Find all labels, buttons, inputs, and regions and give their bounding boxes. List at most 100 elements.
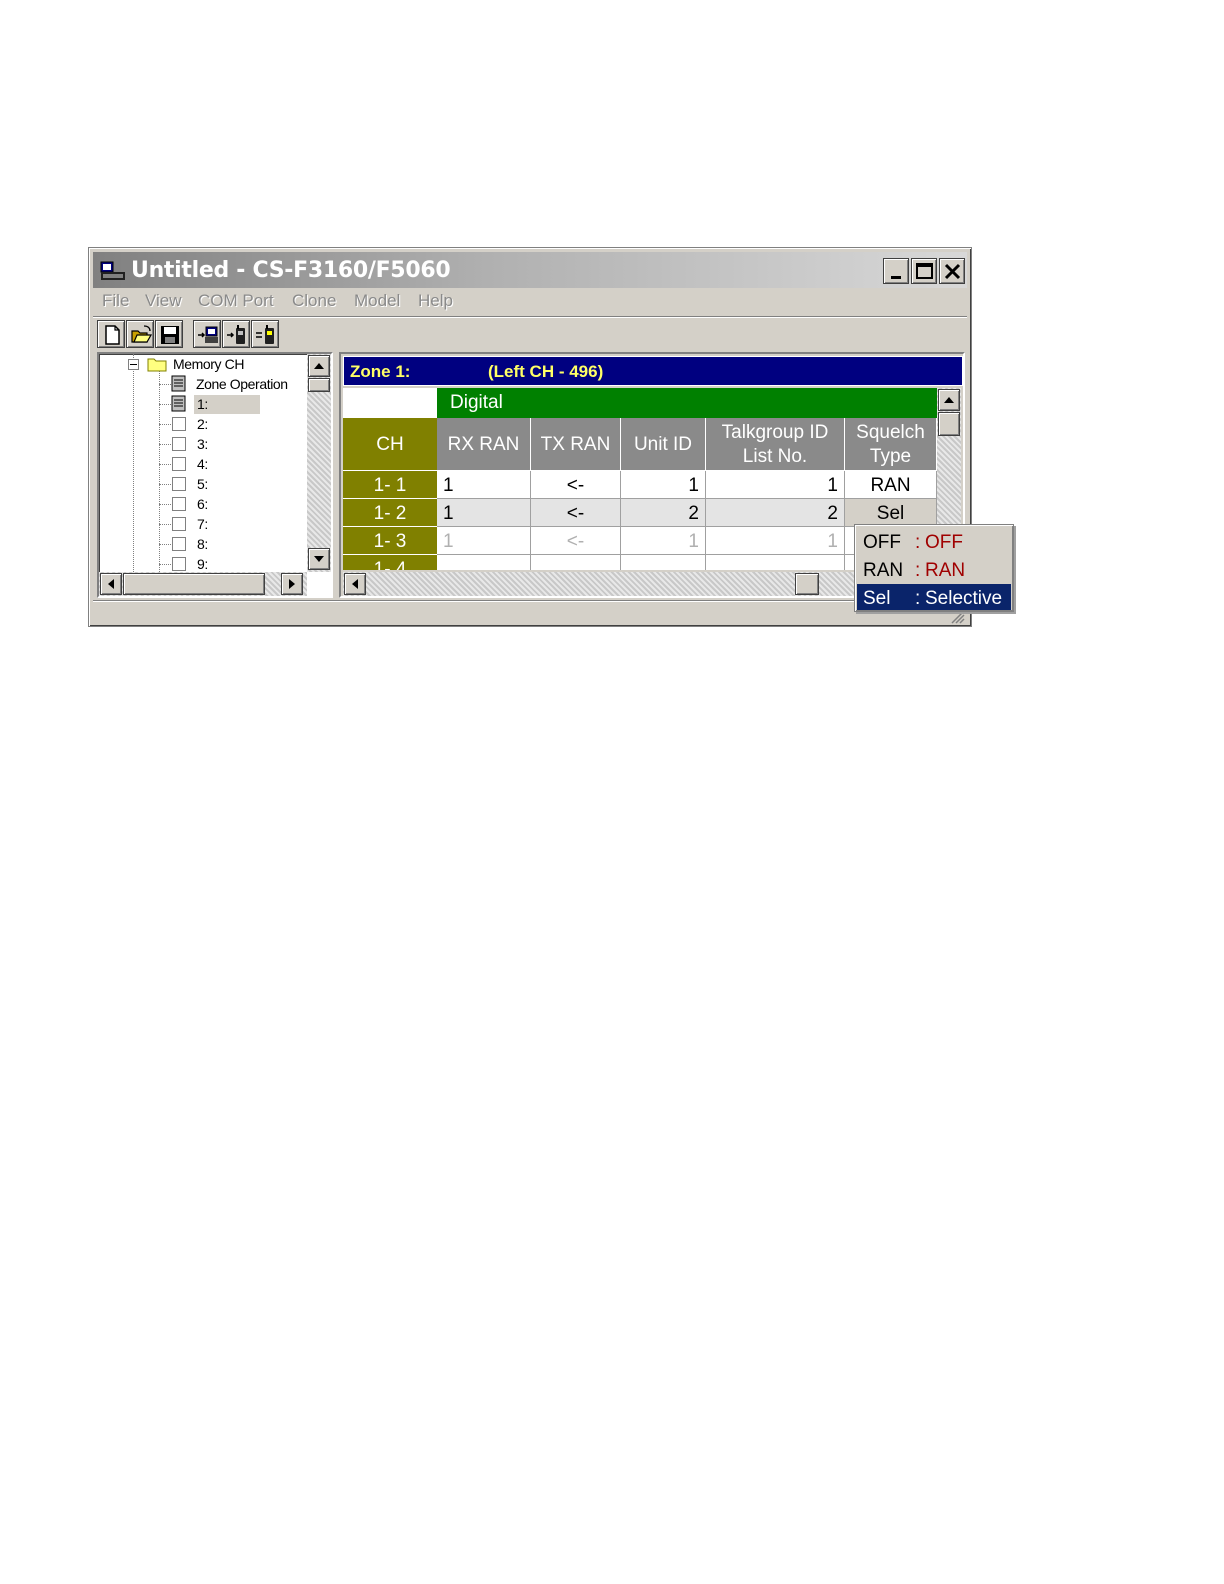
read-from-radio-button[interactable]	[193, 320, 221, 348]
rx-ran-cell[interactable]	[437, 555, 531, 570]
tree-branch	[159, 484, 171, 485]
tree-scroll-right-button[interactable]	[281, 573, 303, 595]
clone-radio-button[interactable]	[251, 320, 279, 348]
save-file-button[interactable]	[155, 320, 183, 348]
title-bar[interactable]: Untitled - CS-F3160/F5060	[93, 252, 967, 288]
menu-model[interactable]: Model	[354, 291, 400, 311]
toolbar	[93, 320, 967, 350]
minimize-button[interactable]	[883, 258, 909, 284]
tree-item-zone-operation[interactable]: Zone Operation	[196, 376, 288, 392]
write-to-radio-button[interactable]	[222, 320, 250, 348]
dropdown-option-selective[interactable]: Sel : Selective	[857, 584, 1011, 610]
rx-ran-cell[interactable]: 1	[437, 471, 531, 499]
tree-scroll-left-button[interactable]	[100, 573, 122, 595]
unit-id-cell[interactable]: 2	[621, 499, 706, 527]
new-file-button[interactable]	[97, 320, 125, 348]
dropdown-option-off[interactable]: OFF : OFF	[857, 528, 1011, 554]
unit-id-cell[interactable]: 1	[621, 471, 706, 499]
tree-scroll-down-button[interactable]	[308, 548, 330, 570]
tree-branch	[159, 504, 171, 505]
row-ch-label[interactable]: 1- 4	[343, 555, 437, 570]
tree-item-ch-3[interactable]: 3:	[197, 436, 208, 452]
write-to-radio-icon	[227, 325, 245, 344]
tx-ran-cell[interactable]: <-	[531, 527, 621, 555]
empty-page-icon	[172, 497, 186, 511]
tree-item-ch-8[interactable]: 8:	[197, 536, 208, 552]
talkgroup-cell[interactable]: 1	[706, 471, 845, 499]
tree-hscroll-thumb[interactable]	[123, 573, 265, 595]
tx-ran-cell[interactable]	[531, 555, 621, 570]
rx-ran-column-header[interactable]: RX RAN	[437, 418, 531, 471]
grid-horizontal-scrollbar[interactable]	[343, 572, 939, 596]
tree-item-ch-1[interactable]: 1:	[197, 396, 208, 412]
maximize-button[interactable]	[911, 258, 937, 284]
tree-branch	[159, 384, 171, 385]
tree-scroll-thumb[interactable]	[308, 378, 330, 392]
tx-ran-column-header[interactable]: TX RAN	[531, 418, 621, 471]
channel-tree[interactable]: Memory CH Zone Operation 1: 2: 3: 4: 5: …	[97, 352, 333, 598]
tree-item-ch-9[interactable]: 9:	[197, 556, 208, 572]
talkgroup-header-line1: Talkgroup ID	[721, 422, 829, 443]
grid-scroll-up-button[interactable]	[938, 389, 960, 411]
menu-com-port[interactable]: COM Port	[198, 291, 274, 311]
tree-branch	[159, 544, 171, 545]
zone-header: Zone 1: (Left CH - 496)	[343, 356, 963, 386]
tree-branch	[159, 424, 171, 425]
dropdown-option-ran[interactable]: RAN : RAN	[857, 556, 1011, 582]
squelch-type-column-header[interactable]: Squelch Type	[845, 418, 937, 471]
unit-id-cell[interactable]	[621, 555, 706, 570]
tree-branch	[159, 524, 171, 525]
tx-ran-cell[interactable]: <-	[531, 471, 621, 499]
option-separator: :	[915, 532, 921, 553]
unit-id-column-header[interactable]: Unit ID	[621, 418, 706, 471]
tree-item-ch-2[interactable]: 2:	[197, 416, 208, 432]
grid-hscroll-track[interactable]	[343, 572, 939, 596]
grid-hscroll-thumb[interactable]	[795, 573, 819, 595]
empty-page-icon	[172, 457, 186, 471]
squelch-type-cell-active[interactable]: Sel	[845, 499, 937, 527]
tree-item-ch-6[interactable]: 6:	[197, 496, 208, 512]
tree-scroll-up-button[interactable]	[308, 355, 330, 377]
talkgroup-column-header[interactable]: Talkgroup ID List No.	[706, 418, 845, 471]
talkgroup-cell[interactable]	[706, 555, 845, 570]
tree-branch	[159, 404, 171, 405]
grid-scroll-left-button[interactable]	[344, 573, 366, 595]
rx-ran-cell[interactable]: 1	[437, 499, 531, 527]
row-ch-label[interactable]: 1- 2	[343, 499, 437, 527]
empty-page-icon	[172, 417, 186, 431]
rx-ran-cell[interactable]: 1	[437, 527, 531, 555]
collapse-toggle-icon[interactable]	[128, 359, 139, 370]
zone-label: Zone 1:	[350, 362, 411, 381]
tree-item-ch-5[interactable]: 5:	[197, 476, 208, 492]
menu-file[interactable]: File	[102, 291, 129, 311]
talkgroup-cell[interactable]: 1	[706, 527, 845, 555]
option-code: RAN	[863, 560, 904, 581]
row-ch-label[interactable]: 1- 1	[343, 471, 437, 499]
tree-branch	[159, 444, 171, 445]
tx-ran-cell[interactable]: <-	[531, 499, 621, 527]
ch-column-header: CH	[343, 418, 437, 471]
squelch-header-line2: Type	[869, 446, 912, 467]
squelch-type-cell[interactable]: RAN	[845, 471, 937, 499]
menu-help[interactable]: Help	[418, 291, 453, 311]
close-button[interactable]	[939, 258, 965, 284]
grid-vscroll-thumb[interactable]	[938, 412, 960, 436]
open-file-button[interactable]	[126, 320, 154, 348]
unit-id-cell[interactable]: 1	[621, 527, 706, 555]
menu-view[interactable]: View	[145, 291, 182, 311]
close-icon	[944, 263, 961, 280]
row-ch-label[interactable]: 1- 3	[343, 527, 437, 555]
arrow-down-icon	[314, 556, 324, 562]
menu-clone[interactable]: Clone	[292, 291, 336, 311]
tree-root-label[interactable]: Memory CH	[173, 356, 244, 372]
app-window: Untitled - CS-F3160/F5060 File View COM …	[88, 247, 972, 627]
clone-radio-icon	[256, 325, 274, 344]
tree-item-ch-4[interactable]: 4:	[197, 456, 208, 472]
talkgroup-cell[interactable]: 2	[706, 499, 845, 527]
tree-item-ch-7[interactable]: 7:	[197, 516, 208, 532]
arrow-up-icon	[314, 363, 324, 369]
status-bar	[93, 602, 967, 624]
grid-corner	[343, 388, 437, 418]
empty-page-icon	[172, 537, 186, 551]
option-label: RAN	[925, 560, 966, 581]
